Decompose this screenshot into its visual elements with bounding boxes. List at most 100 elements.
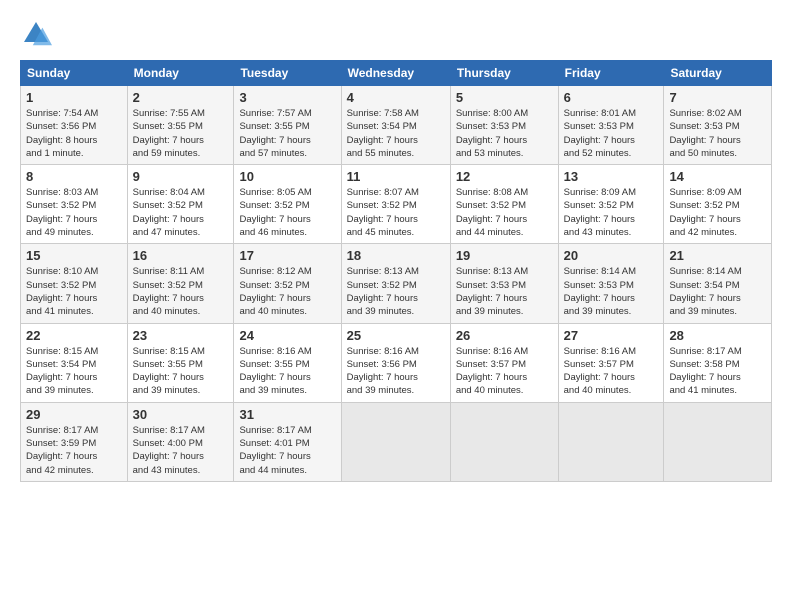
day-info: Sunrise: 8:14 AM Sunset: 3:54 PM Dayligh…: [669, 265, 766, 318]
header: [20, 18, 772, 50]
col-header-friday: Friday: [558, 61, 664, 86]
day-info: Sunrise: 8:01 AM Sunset: 3:53 PM Dayligh…: [564, 107, 659, 160]
day-number: 7: [669, 90, 766, 105]
day-cell: 27 Sunrise: 8:16 AM Sunset: 3:57 PM Dayli…: [558, 323, 664, 402]
day-info: Sunrise: 8:11 AM Sunset: 3:52 PM Dayligh…: [133, 265, 229, 318]
day-info: Sunrise: 8:07 AM Sunset: 3:52 PM Dayligh…: [347, 186, 445, 239]
day-cell: 30Sunrise: 8:17 AM Sunset: 4:00 PM Dayli…: [127, 402, 234, 481]
day-number: 16: [133, 248, 229, 263]
day-info: Sunrise: 8:12 AM Sunset: 3:52 PM Dayligh…: [239, 265, 335, 318]
day-cell: 22 Sunrise: 8:15 AM Sunset: 3:54 PM Dayli…: [21, 323, 128, 402]
day-number: 13: [564, 169, 659, 184]
day-cell: [664, 402, 772, 481]
day-cell: 4 Sunrise: 7:58 AM Sunset: 3:54 PM Daylig…: [341, 86, 450, 165]
day-cell: 20 Sunrise: 8:14 AM Sunset: 3:53 PM Dayli…: [558, 244, 664, 323]
day-info: Sunrise: 8:10 AM Sunset: 3:52 PM Dayligh…: [26, 265, 122, 318]
day-info: Sunrise: 8:16 AM Sunset: 3:57 PM Dayligh…: [564, 345, 659, 398]
day-number: 23: [133, 328, 229, 343]
day-cell: 12 Sunrise: 8:08 AM Sunset: 3:52 PM Dayli…: [450, 165, 558, 244]
calendar-table: SundayMondayTuesdayWednesdayThursdayFrid…: [20, 60, 772, 482]
day-info: Sunrise: 8:16 AM Sunset: 3:57 PM Dayligh…: [456, 345, 553, 398]
header-row: SundayMondayTuesdayWednesdayThursdayFrid…: [21, 61, 772, 86]
day-number: 24: [239, 328, 335, 343]
day-cell: [341, 402, 450, 481]
day-number: 20: [564, 248, 659, 263]
day-number: 10: [239, 169, 335, 184]
day-number: 11: [347, 169, 445, 184]
day-number: 12: [456, 169, 553, 184]
day-cell: 29 Sunrise: 8:17 AM Sunset: 3:59 PM Dayli…: [21, 402, 128, 481]
day-number: 5: [456, 90, 553, 105]
day-number: 26: [456, 328, 553, 343]
col-header-thursday: Thursday: [450, 61, 558, 86]
day-number: 22: [26, 328, 122, 343]
day-number: 19: [456, 248, 553, 263]
day-number: 2: [133, 90, 229, 105]
day-number: 29: [26, 407, 122, 422]
day-info: Sunrise: 7:57 AM Sunset: 3:55 PM Dayligh…: [239, 107, 335, 160]
page: SundayMondayTuesdayWednesdayThursdayFrid…: [0, 0, 792, 492]
logo-icon: [20, 18, 52, 50]
day-cell: 9Sunrise: 8:04 AM Sunset: 3:52 PM Daylig…: [127, 165, 234, 244]
logo: [20, 18, 56, 50]
week-row-2: 8Sunrise: 8:03 AM Sunset: 3:52 PM Daylig…: [21, 165, 772, 244]
day-info: Sunrise: 8:13 AM Sunset: 3:52 PM Dayligh…: [347, 265, 445, 318]
day-number: 18: [347, 248, 445, 263]
day-cell: [558, 402, 664, 481]
day-info: Sunrise: 8:09 AM Sunset: 3:52 PM Dayligh…: [564, 186, 659, 239]
day-cell: 8Sunrise: 8:03 AM Sunset: 3:52 PM Daylig…: [21, 165, 128, 244]
day-info: Sunrise: 8:15 AM Sunset: 3:55 PM Dayligh…: [133, 345, 229, 398]
day-cell: 14 Sunrise: 8:09 AM Sunset: 3:52 PM Dayli…: [664, 165, 772, 244]
day-cell: 21 Sunrise: 8:14 AM Sunset: 3:54 PM Dayli…: [664, 244, 772, 323]
day-cell: 16 Sunrise: 8:11 AM Sunset: 3:52 PM Dayli…: [127, 244, 234, 323]
day-info: Sunrise: 8:17 AM Sunset: 3:58 PM Dayligh…: [669, 345, 766, 398]
day-number: 27: [564, 328, 659, 343]
day-cell: 1 Sunrise: 7:54 AM Sunset: 3:56 PM Daylig…: [21, 86, 128, 165]
day-cell: 10 Sunrise: 8:05 AM Sunset: 3:52 PM Dayli…: [234, 165, 341, 244]
day-info: Sunrise: 8:16 AM Sunset: 3:56 PM Dayligh…: [347, 345, 445, 398]
day-info: Sunrise: 8:16 AM Sunset: 3:55 PM Dayligh…: [239, 345, 335, 398]
col-header-monday: Monday: [127, 61, 234, 86]
day-cell: 18 Sunrise: 8:13 AM Sunset: 3:52 PM Dayli…: [341, 244, 450, 323]
day-info: Sunrise: 8:05 AM Sunset: 3:52 PM Dayligh…: [239, 186, 335, 239]
day-cell: 6 Sunrise: 8:01 AM Sunset: 3:53 PM Daylig…: [558, 86, 664, 165]
day-cell: 7Sunrise: 8:02 AM Sunset: 3:53 PM Daylig…: [664, 86, 772, 165]
day-number: 3: [239, 90, 335, 105]
day-number: 17: [239, 248, 335, 263]
day-number: 9: [133, 169, 229, 184]
col-header-wednesday: Wednesday: [341, 61, 450, 86]
day-info: Sunrise: 8:08 AM Sunset: 3:52 PM Dayligh…: [456, 186, 553, 239]
day-number: 31: [239, 407, 335, 422]
day-info: Sunrise: 8:14 AM Sunset: 3:53 PM Dayligh…: [564, 265, 659, 318]
week-row-4: 22 Sunrise: 8:15 AM Sunset: 3:54 PM Dayli…: [21, 323, 772, 402]
day-cell: 15 Sunrise: 8:10 AM Sunset: 3:52 PM Dayli…: [21, 244, 128, 323]
day-number: 1: [26, 90, 122, 105]
day-info: Sunrise: 8:17 AM Sunset: 4:01 PM Dayligh…: [239, 424, 335, 477]
day-info: Sunrise: 8:15 AM Sunset: 3:54 PM Dayligh…: [26, 345, 122, 398]
day-info: Sunrise: 8:13 AM Sunset: 3:53 PM Dayligh…: [456, 265, 553, 318]
day-info: Sunrise: 7:54 AM Sunset: 3:56 PM Dayligh…: [26, 107, 122, 160]
col-header-saturday: Saturday: [664, 61, 772, 86]
day-info: Sunrise: 8:09 AM Sunset: 3:52 PM Dayligh…: [669, 186, 766, 239]
day-info: Sunrise: 8:17 AM Sunset: 3:59 PM Dayligh…: [26, 424, 122, 477]
day-cell: 28Sunrise: 8:17 AM Sunset: 3:58 PM Dayli…: [664, 323, 772, 402]
day-number: 6: [564, 90, 659, 105]
day-cell: 11 Sunrise: 8:07 AM Sunset: 3:52 PM Dayli…: [341, 165, 450, 244]
day-cell: 5Sunrise: 8:00 AM Sunset: 3:53 PM Daylig…: [450, 86, 558, 165]
day-number: 8: [26, 169, 122, 184]
day-cell: 24 Sunrise: 8:16 AM Sunset: 3:55 PM Dayli…: [234, 323, 341, 402]
day-cell: 23 Sunrise: 8:15 AM Sunset: 3:55 PM Dayli…: [127, 323, 234, 402]
week-row-5: 29 Sunrise: 8:17 AM Sunset: 3:59 PM Dayli…: [21, 402, 772, 481]
week-row-1: 1 Sunrise: 7:54 AM Sunset: 3:56 PM Daylig…: [21, 86, 772, 165]
day-info: Sunrise: 7:58 AM Sunset: 3:54 PM Dayligh…: [347, 107, 445, 160]
day-number: 30: [133, 407, 229, 422]
week-row-3: 15 Sunrise: 8:10 AM Sunset: 3:52 PM Dayli…: [21, 244, 772, 323]
day-number: 21: [669, 248, 766, 263]
day-number: 14: [669, 169, 766, 184]
day-number: 15: [26, 248, 122, 263]
day-number: 4: [347, 90, 445, 105]
col-header-sunday: Sunday: [21, 61, 128, 86]
day-cell: 25Sunrise: 8:16 AM Sunset: 3:56 PM Dayli…: [341, 323, 450, 402]
day-cell: [450, 402, 558, 481]
day-cell: 2Sunrise: 7:55 AM Sunset: 3:55 PM Daylig…: [127, 86, 234, 165]
